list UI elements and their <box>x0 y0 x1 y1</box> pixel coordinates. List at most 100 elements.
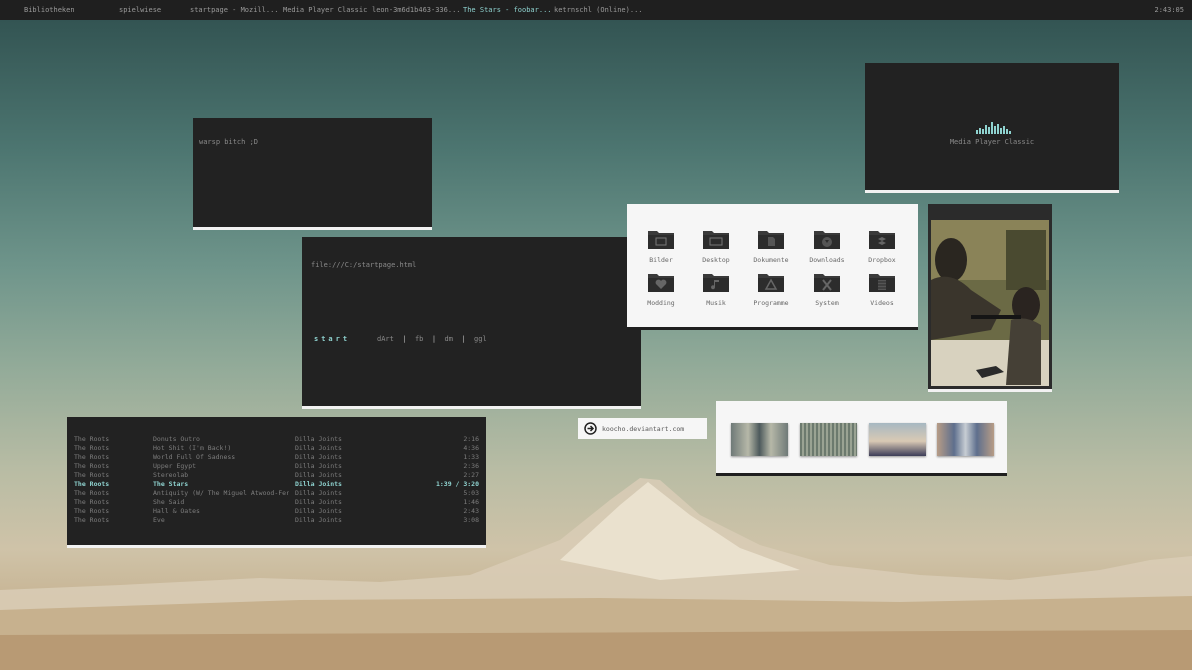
playlist-window[interactable]: The Roots Donuts Outro Dilla Joints 2:16 Th… <box>67 417 486 548</box>
folder-dokumente[interactable]: Dokumente <box>746 228 796 264</box>
folder-label: Modding <box>647 299 675 307</box>
link-ggl[interactable]: ggl <box>474 335 487 343</box>
folder-dropbox[interactable]: Dropbox <box>857 228 907 264</box>
taskbar-item-foobar[interactable]: The Stars - foobar... <box>463 6 552 14</box>
artist-cell: The Roots <box>74 471 110 479</box>
taskbar-item-media-player[interactable]: Media Player Classic <box>283 6 367 14</box>
startpage-title: start <box>314 335 351 343</box>
table-row[interactable]: The Roots Donuts Outro Dilla Joints 2:16 <box>74 435 479 444</box>
link-separator: | <box>402 335 407 343</box>
clock: 2:43:05 <box>1154 6 1184 14</box>
time-cell: 1:46 <box>463 498 479 506</box>
time-cell: 2:43 <box>463 507 479 515</box>
taskbar: Bibliotheken spielwiese startpage - Mozi… <box>0 0 1192 20</box>
startpage-links: dArt | fb | dm | ggl <box>377 335 487 343</box>
wallpaper-thumb-3[interactable] <box>869 423 926 456</box>
wallpaper-thumb-1[interactable] <box>731 423 788 456</box>
table-row[interactable]: The Roots Stereolab Dilla Joints 2:27 <box>74 471 479 480</box>
time-cell: 2:16 <box>463 435 479 443</box>
terminal-text: warsp bitch ;D <box>199 138 259 146</box>
time-cell: 2:36 <box>463 462 479 470</box>
wallpaper-thumbnails <box>716 401 1007 476</box>
artist-cell: The Roots <box>74 453 110 461</box>
media-player-label: Media Player Classic <box>949 138 1035 146</box>
folder-label: Dokumente <box>753 256 789 264</box>
videos-folder-icon <box>869 274 895 292</box>
table-row[interactable]: The Roots Hot Shit (I'm Back!) Dilla Joint… <box>74 444 479 453</box>
time-cell: 1:39 / 3:20 <box>435 480 479 488</box>
equalizer-icon <box>976 122 1011 134</box>
title-cell: Upper Egypt <box>153 462 197 470</box>
link-dm[interactable]: dm <box>444 335 452 343</box>
title-cell: World Full Of Sadness <box>153 453 236 461</box>
link-dart[interactable]: dArt <box>377 335 394 343</box>
time-cell: 1:33 <box>463 453 479 461</box>
album-cell: Dilla Joints <box>295 453 342 461</box>
table-row[interactable]: The Roots Antiquity (W/ The Miguel Atwood… <box>74 489 479 498</box>
deviantart-link[interactable]: koocho.deviantart.com <box>602 425 684 433</box>
taskbar-item-firefox[interactable]: startpage - Mozill... <box>190 6 279 14</box>
browser-window[interactable]: file:///C:/startpage.html start dArt | f… <box>302 237 641 409</box>
wallpaper-thumb-4[interactable] <box>937 423 994 456</box>
artist-cell: The Roots <box>74 462 110 470</box>
time-cell: 3:08 <box>463 516 479 524</box>
programs-folder-icon <box>758 274 784 292</box>
taskbar-item-chat[interactable]: ketrnschl (Online)... <box>554 6 643 14</box>
title-cell: She Said <box>153 498 185 506</box>
folder-programme[interactable]: Programme <box>746 271 796 307</box>
folder-system[interactable]: System <box>802 271 852 307</box>
link-fb[interactable]: fb <box>415 335 423 343</box>
title-cell: Donuts Outro <box>153 435 200 443</box>
taskbar-item-image[interactable]: leon-3m6d1b463-336... <box>372 6 461 14</box>
album-cell: Dilla Joints <box>295 516 342 524</box>
table-row[interactable]: The Roots Hall & Oates Dilla Joints 2:43 <box>74 507 479 516</box>
title-cell: Hall & Oates <box>153 507 200 515</box>
title-cell: Antiquity (W/ The Miguel Atwood-Fer... <box>153 489 289 497</box>
time-cell: 4:36 <box>463 444 479 452</box>
album-cell: Dilla Joints <box>295 444 342 452</box>
system-folder-icon <box>814 274 840 292</box>
media-player-window[interactable]: Media Player Classic <box>865 63 1119 193</box>
folder-modding[interactable]: Modding <box>636 271 686 307</box>
album-cell: Dilla Joints <box>295 507 342 515</box>
deviantart-badge[interactable]: koocho.deviantart.com <box>578 418 707 439</box>
folder-bilder[interactable]: Bilder <box>636 228 686 264</box>
music-folder-icon <box>703 274 729 292</box>
folder-musik[interactable]: Musik <box>691 271 741 307</box>
folder-label: Musik <box>706 299 726 307</box>
table-row[interactable]: The Roots Upper Egypt Dilla Joints 2:36 <box>74 462 479 471</box>
album-cell: Dilla Joints <box>295 435 342 443</box>
folder-label: Downloads <box>809 256 845 264</box>
table-row[interactable]: The Roots Eve Dilla Joints 3:08 <box>74 516 479 525</box>
table-row[interactable]: The Roots World Full Of Sadness Dilla Join… <box>74 453 479 462</box>
folder-downloads[interactable]: Downloads <box>802 228 852 264</box>
folder-label: Dropbox <box>868 256 896 264</box>
folder-label: Programme <box>753 299 789 307</box>
table-row[interactable]: The Roots She Said Dilla Joints 1:46 <box>74 498 479 507</box>
image-viewer-window[interactable] <box>928 204 1052 392</box>
address-bar[interactable]: file:///C:/startpage.html <box>311 261 416 269</box>
artist-cell: The Roots <box>74 489 110 497</box>
taskbar-item-spielwiese[interactable]: spielwiese <box>119 6 161 14</box>
taskbar-item-libraries[interactable]: Bibliotheken <box>24 6 75 14</box>
wallpaper-thumb-2[interactable] <box>800 423 857 456</box>
documents-folder-icon <box>758 231 784 249</box>
folder-label: Desktop <box>702 256 730 264</box>
desktop-folder-icon <box>703 231 729 249</box>
heart-folder-icon <box>648 274 674 292</box>
terminal-window[interactable]: warsp bitch ;D <box>193 118 432 230</box>
arrow-circle-icon <box>584 422 597 435</box>
folder-label: System <box>815 299 839 307</box>
folder-panel: Bilder Desktop Dokumente Downloads Dropb… <box>627 204 918 330</box>
folder-videos[interactable]: Videos <box>857 271 907 307</box>
movie-still-image <box>931 220 1049 386</box>
downloads-folder-icon <box>814 231 840 249</box>
artist-cell: The Roots <box>74 516 110 524</box>
folder-label: Bilder <box>649 256 673 264</box>
album-cell: Dilla Joints <box>295 498 342 506</box>
title-cell: Hot Shit (I'm Back!) <box>153 444 232 452</box>
artist-cell: The Roots <box>74 507 110 515</box>
table-row-now-playing[interactable]: The Roots The Stars Dilla Joints 1:39 / 3:2… <box>74 480 479 489</box>
artist-cell: The Roots <box>74 435 110 443</box>
folder-desktop[interactable]: Desktop <box>691 228 741 264</box>
